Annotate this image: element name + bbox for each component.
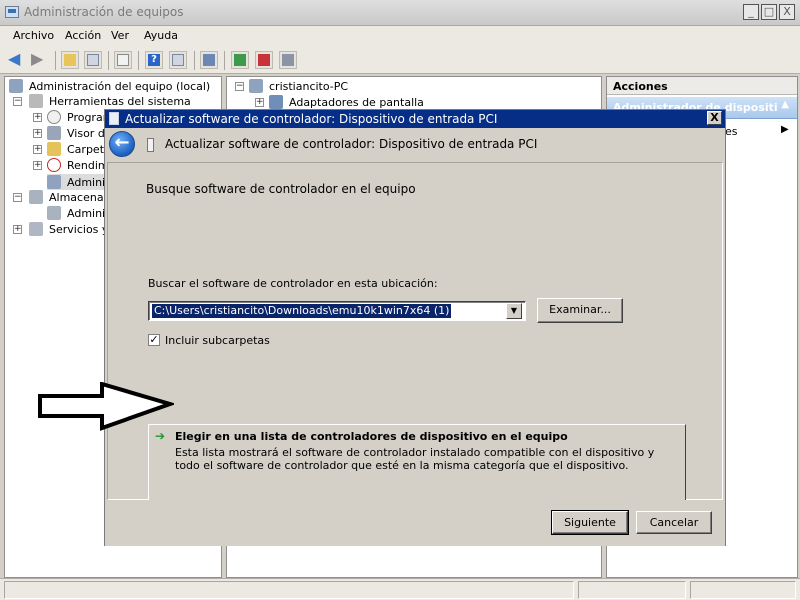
performance-icon [47,158,61,172]
device-manager-icon [47,175,61,189]
dialog-header-title: Actualizar software de controlador: Disp… [165,137,538,151]
status-bar [0,578,800,600]
event-viewer-icon [47,126,61,140]
dialog-close-button[interactable]: X [707,111,722,125]
dialog-header: ← Actualizar software de controlador: Di… [105,128,725,162]
disk-icon [47,206,61,220]
toolbar: ◀ ▶ ? [0,46,800,74]
app-icon [5,6,19,18]
update-driver-button[interactable] [231,51,249,69]
tools-icon [29,94,43,108]
include-subfolders-checkbox[interactable]: ✓ [148,334,160,346]
properties-button[interactable] [114,51,132,69]
toolbar-separator [108,51,109,70]
update-driver-dialog: Actualizar software de controlador: Disp… [104,109,726,546]
dialog-title-bar: Actualizar software de controlador: Disp… [105,110,725,128]
menu-ayuda[interactable]: Ayuda [144,29,178,42]
close-button[interactable]: X [779,4,795,20]
tree-item-device-manager[interactable]: Adminis [47,174,111,190]
more-actions-label: es [725,125,738,138]
choose-from-list-description: Esta lista mostrará el software de contr… [175,446,655,472]
device-icon [147,138,154,152]
more-actions-item[interactable]: es [725,125,738,138]
title-bar: Administración de equipos _ □ X [0,0,800,26]
path-combobox[interactable]: C:\Users\cristiancito\Downloads\emu10k1w… [148,301,526,321]
next-button[interactable]: Siguiente [551,510,629,535]
dialog-button-bar: Siguiente Cancelar [105,500,725,546]
annotation-arrow-icon [38,382,174,431]
choose-from-list-link[interactable]: ➔ Elegir en una lista de controladores d… [148,424,686,502]
menu-archivo[interactable]: Archivo [13,29,54,42]
path-value: C:\Users\cristiancito\Downloads\emu10k1w… [152,304,452,318]
computer-icon [9,79,23,93]
display-adapter-icon [269,95,283,109]
clock-icon [47,110,61,124]
actions-heading: Acciones [607,77,797,95]
toolbar-separator [194,51,195,70]
disable-button[interactable] [279,51,297,69]
dialog-title: Actualizar software de controlador: Disp… [125,112,498,126]
scan-hardware-button[interactable] [200,51,218,69]
tree-item-label: Administración del equipo (local) [29,80,211,93]
tree-item-label: Rendim [67,159,109,172]
action-pane-button[interactable] [169,51,187,69]
computer-icon [249,79,263,93]
minimize-button[interactable]: _ [743,4,759,20]
tree-item-label: Herramientas del sistema [49,95,191,108]
collapse-icon[interactable]: − [13,193,22,202]
search-location-label: Buscar el software de controlador en est… [148,277,438,290]
help-button[interactable]: ? [145,51,163,69]
collapse-up-icon: ▲ [781,99,789,110]
tree-item-label: Servicios y [49,223,109,236]
window-title: Administración de equipos [24,5,184,19]
expand-icon[interactable]: + [33,129,42,138]
cancel-button[interactable]: Cancelar [636,511,712,534]
status-cell [690,581,796,599]
status-cell [578,581,686,599]
collapse-icon[interactable]: − [235,82,244,91]
show-tree-button[interactable] [84,51,102,69]
back-arrow-icon[interactable]: ◀ [8,51,26,68]
expand-icon[interactable]: + [33,145,42,154]
browse-button[interactable]: Examinar... [537,298,623,323]
expand-icon[interactable]: + [33,113,42,122]
status-cell [4,581,574,599]
collapse-icon[interactable]: − [13,97,22,106]
up-folder-button[interactable] [61,51,79,69]
device-icon [109,112,119,125]
toolbar-separator [138,51,139,70]
back-button[interactable]: ← [109,131,135,157]
forward-arrow-icon[interactable]: ▶ [31,51,49,68]
submenu-arrow-icon: ▶ [781,124,789,135]
menu-accion[interactable]: Acción [65,29,101,42]
menu-bar: Archivo Acción Ver Ayuda [0,26,800,46]
toolbar-separator [55,51,56,70]
tree-item-label: cristiancito-PC [269,80,349,93]
storage-icon [29,190,43,204]
expand-icon[interactable]: + [33,161,42,170]
section-title: Busque software de controlador en el equ… [146,182,416,196]
expand-icon[interactable]: + [255,98,264,107]
folder-icon [47,142,61,156]
toolbar-separator [224,51,225,70]
maximize-button[interactable]: □ [761,4,777,20]
chevron-down-icon[interactable]: ▼ [506,303,522,319]
choose-from-list-title: Elegir en una lista de controladores de … [175,430,568,443]
menu-ver[interactable]: Ver [111,29,129,42]
tree-item-label: Adaptadores de pantalla [289,96,424,109]
include-subfolders-label: Incluir subcarpetas [165,334,270,347]
expand-icon[interactable]: + [13,225,22,234]
services-icon [29,222,43,236]
uninstall-button[interactable] [255,51,273,69]
dialog-body: Busque software de controlador en el equ… [107,162,723,502]
